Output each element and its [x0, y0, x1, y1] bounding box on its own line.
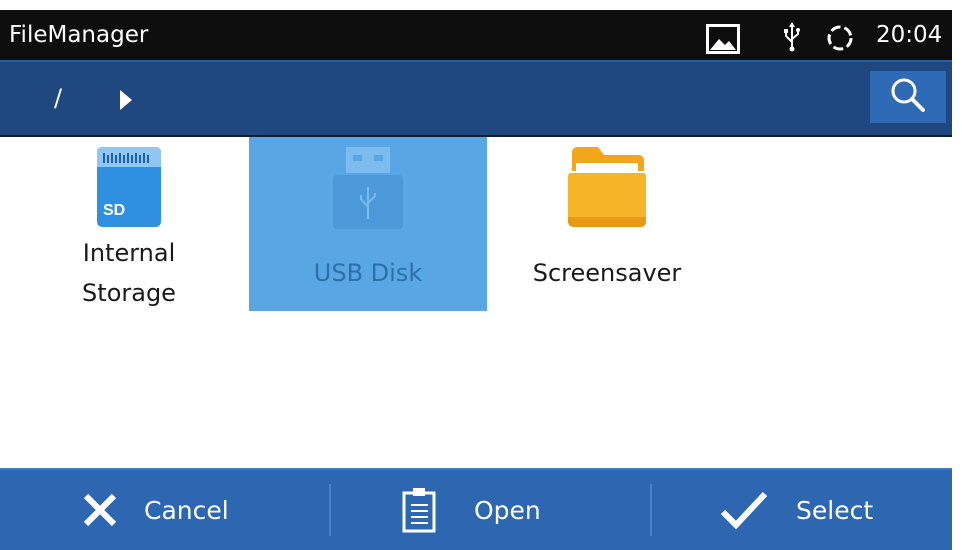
top-margin	[0, 0, 962, 10]
sd-card-icon: SD	[97, 147, 161, 231]
sd-label: SD	[103, 202, 125, 219]
item-label: Screensaver	[532, 259, 682, 287]
divider	[650, 484, 652, 536]
grid-item-internal-storage[interactable]: SD Internal Storage	[10, 137, 248, 311]
bottom-action-bar: Cancel Open Select	[0, 468, 952, 550]
cancel-label: Cancel	[144, 495, 229, 525]
app-title: FileManager	[9, 22, 149, 48]
open-label: Open	[474, 495, 541, 525]
select-button[interactable]: Select	[720, 470, 873, 550]
usb-drive-icon	[333, 147, 403, 233]
usb-icon	[782, 22, 802, 56]
item-label-line2: Storage	[82, 279, 176, 307]
check-icon	[720, 490, 768, 530]
path-arrow-icon	[120, 90, 132, 114]
path-root[interactable]: /	[54, 84, 62, 112]
image-icon	[706, 24, 740, 58]
grid-item-screensaver[interactable]: Screensaver	[488, 137, 726, 311]
item-label-line1: Internal	[82, 239, 176, 267]
folder-icon	[568, 147, 646, 231]
right-margin	[952, 10, 962, 550]
sync-icon	[826, 24, 854, 56]
select-label: Select	[796, 495, 874, 525]
grid-item-usb-disk[interactable]: USB Disk	[249, 137, 487, 311]
path-bar: /	[0, 60, 952, 137]
clock: 20:04	[876, 22, 943, 48]
item-label: USB Disk	[313, 259, 423, 287]
search-button[interactable]	[870, 71, 946, 123]
search-icon	[888, 75, 928, 119]
open-button[interactable]: Open	[402, 470, 541, 550]
status-bar: FileManager 20:04	[0, 10, 952, 60]
cancel-button[interactable]: Cancel	[80, 470, 229, 550]
divider	[329, 484, 331, 536]
clipboard-icon	[402, 487, 438, 533]
close-icon	[80, 490, 120, 530]
